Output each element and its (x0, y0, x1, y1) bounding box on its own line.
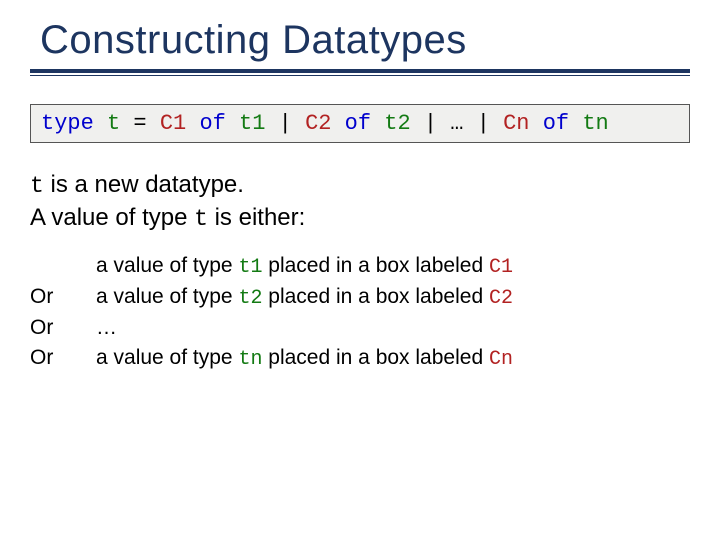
expl-line2-pre: A value of type (30, 204, 194, 231)
list-item: a value of type t1 placed in a box label… (30, 253, 690, 280)
list-entry-2: a value of type t2 placed in a box label… (96, 284, 513, 311)
explanation: t is a new datatype. A value of type t i… (30, 169, 690, 235)
kw-type: type (41, 111, 94, 136)
ty-t2: t2 (384, 111, 410, 136)
ty-t2-inline: t2 (238, 287, 262, 310)
con-c2-inline: C2 (489, 287, 513, 310)
slide-title: Constructing Datatypes (40, 18, 690, 63)
dots: … (450, 111, 463, 136)
ty-tn-inline: tn (238, 348, 262, 371)
list-gutter-or-1: Or (30, 284, 66, 311)
list-entry-1: a value of type t1 placed in a box label… (96, 253, 513, 280)
expl-line1-rest: is a new datatype. (44, 171, 244, 198)
con-cn: Cn (503, 111, 529, 136)
con-cn-inline: Cn (489, 348, 513, 371)
ty-t1-inline: t1 (238, 256, 262, 279)
kw-of-1: of (199, 111, 225, 136)
bar-3: | (477, 111, 503, 136)
list-gutter-blank (30, 253, 66, 280)
type-name: t (107, 111, 120, 136)
slide-root: Constructing Datatypes type t = C1 of t1… (0, 0, 720, 540)
list-item: Or a value of type tn placed in a box la… (30, 345, 690, 372)
kw-of-n: of (543, 111, 569, 136)
list-item: Or … (30, 315, 690, 341)
variant-list: a value of type t1 placed in a box label… (30, 253, 690, 372)
expl-line2-post: is either: (208, 204, 305, 231)
list-entry-n: a value of type tn placed in a box label… (96, 345, 513, 372)
ty-tn: tn (582, 111, 608, 136)
expl-t-1: t (30, 173, 44, 199)
title-rule-thin (30, 75, 690, 76)
list-gutter-or-2: Or (30, 315, 66, 341)
bar-2: | (424, 111, 450, 136)
type-declaration-box: type t = C1 of t1 | C2 of t2 | … | Cn of… (30, 104, 690, 143)
bar-1: | (279, 111, 305, 136)
con-c1: C1 (160, 111, 186, 136)
con-c2: C2 (305, 111, 331, 136)
expl-t-2: t (194, 206, 208, 232)
kw-of-2: of (345, 111, 371, 136)
list-gutter-or-3: Or (30, 345, 66, 372)
list-item: Or a value of type t2 placed in a box la… (30, 284, 690, 311)
list-entry-dots: … (96, 315, 117, 341)
con-c1-inline: C1 (489, 256, 513, 279)
ty-t1: t1 (239, 111, 265, 136)
title-rule-thick (30, 69, 690, 73)
eq: = (133, 111, 159, 136)
